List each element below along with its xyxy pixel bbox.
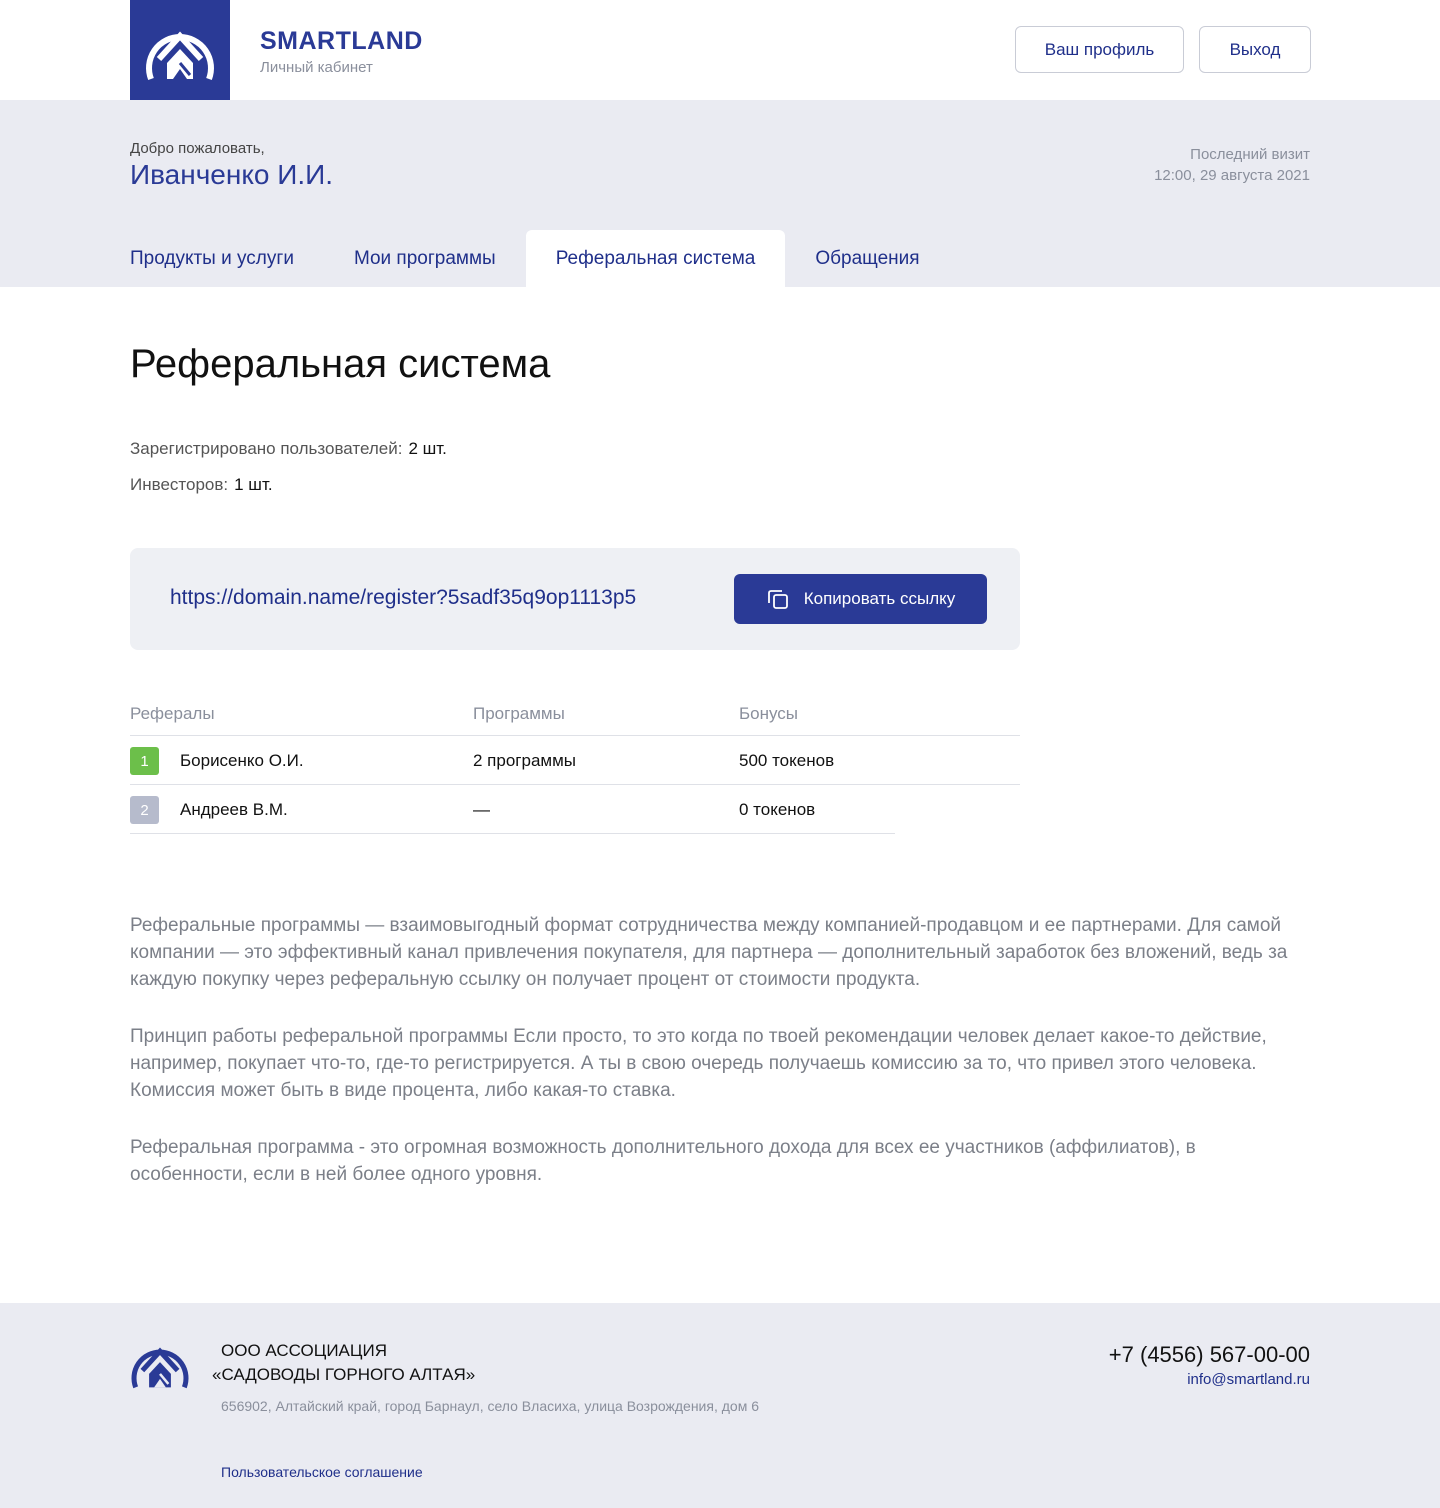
stat-investors: Инвесторов: 1 шт.: [130, 475, 273, 495]
copy-icon: [767, 590, 788, 609]
referrals-table: Рефералы Программы Бонусы 1 Борисенко О.…: [130, 690, 1020, 834]
stat-value: 1 шт.: [234, 475, 273, 494]
tab-products[interactable]: Продукты и услуги: [130, 230, 324, 287]
stat-registered-users: Зарегистрировано пользователей: 2 шт.: [130, 439, 447, 459]
brand-subtitle: Личный кабинет: [260, 59, 373, 76]
stat-label: Зарегистрировано пользователей:: [130, 439, 403, 458]
brand-name: SMARTLAND: [260, 27, 423, 55]
row-number-badge: 1: [130, 747, 159, 775]
org-name-line1: ООО АССОЦИАЦИЯ: [221, 1341, 387, 1360]
footer: ООО АССОЦИАЦИЯ «САДОВОДЫ ГОРНОГО АЛТАЯ» …: [0, 1303, 1440, 1508]
last-visit-value: 12:00, 29 августа 2021: [1154, 167, 1310, 184]
copy-link-label: Копировать ссылку: [803, 589, 956, 608]
contact-phone[interactable]: +7 (4556) 567-00-00: [1109, 1342, 1310, 1368]
referral-programs: 2 программы: [473, 751, 576, 770]
copy-link-button[interactable]: Копировать ссылку: [734, 574, 987, 624]
column-header-referrals: Рефералы: [130, 704, 215, 723]
stat-label: Инвесторов:: [130, 475, 229, 494]
stat-value: 2 шт.: [408, 439, 447, 458]
referral-name: Андреев В.М.: [180, 800, 288, 819]
org-address: 656902, Алтайский край, город Барнаул, с…: [221, 1398, 759, 1414]
tab-bar: Продукты и услуги Мои программы Рефераль…: [130, 230, 950, 287]
last-visit-label: Последний визит: [1190, 146, 1310, 163]
referral-bonus: 0 токенов: [739, 800, 816, 819]
house-logo-icon: [146, 31, 214, 81]
referral-programs: —: [473, 800, 490, 819]
referral-link[interactable]: https://domain.name/register?5sadf35q9op…: [170, 586, 636, 610]
referral-link-card: https://domain.name/register?5sadf35q9op…: [130, 548, 1020, 650]
profile-button[interactable]: Ваш профиль: [1015, 26, 1184, 73]
table-row: 2 Андреев В.М. — 0 токенов: [130, 785, 895, 834]
table-header: Рефералы Программы Бонусы: [130, 690, 1020, 736]
user-agreement-link[interactable]: Пользовательское соглашение: [221, 1464, 423, 1480]
table-row: 1 Борисенко О.И. 2 программы 500 токенов: [130, 736, 1020, 785]
house-logo-icon: [131, 1347, 189, 1389]
logout-button[interactable]: Выход: [1199, 26, 1311, 73]
referral-name: Борисенко О.И.: [180, 751, 304, 770]
description-paragraph: Реферальная программа - это огромная воз…: [130, 1137, 1196, 1185]
page-title: Реферальная система: [130, 342, 551, 386]
top-header: SMARTLAND Личный кабинет Ваш профиль Вых…: [0, 0, 1440, 100]
description-paragraph: Принцип работы реферальной программы Есл…: [130, 1026, 1267, 1101]
description-paragraph: Реферальные программы — взаимовыгодный ф…: [130, 915, 1288, 990]
contact-email[interactable]: info@smartland.ru: [1187, 1371, 1310, 1388]
brand-logo[interactable]: [130, 0, 230, 100]
org-name-line2: «САДОВОДЫ ГОРНОГО АЛТАЯ»: [212, 1365, 476, 1384]
referral-bonus: 500 токенов: [739, 751, 835, 770]
welcome-band: Добро пожаловать, Иванченко И.И. Последн…: [0, 100, 1440, 287]
tab-referral-system[interactable]: Реферальная система: [525, 230, 786, 287]
row-number-badge: 2: [130, 796, 159, 824]
user-name: Иванченко И.И.: [130, 159, 334, 190]
tab-requests[interactable]: Обращения: [785, 230, 949, 287]
column-header-programs: Программы: [473, 704, 565, 723]
tab-my-programs[interactable]: Мои программы: [324, 230, 526, 287]
column-header-bonuses: Бонусы: [739, 704, 799, 723]
welcome-greeting: Добро пожаловать,: [130, 140, 265, 157]
